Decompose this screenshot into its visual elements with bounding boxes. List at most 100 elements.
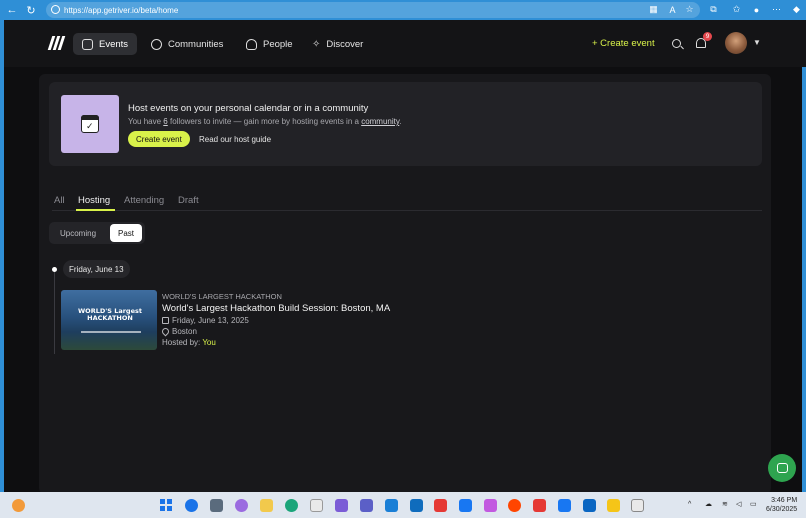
sparkle-icon: ✧ <box>312 38 321 50</box>
nav-events[interactable]: Events <box>73 33 138 55</box>
mail-icon[interactable] <box>410 499 423 512</box>
calendar-icon <box>162 317 169 324</box>
teams-icon[interactable] <box>360 499 373 512</box>
back-icon[interactable]: ← <box>5 3 19 17</box>
event-date: Friday, June 13, 2025 <box>162 316 249 325</box>
copilot-icon[interactable]: ◆ <box>791 4 802 15</box>
favorites-icon[interactable]: ✩ <box>731 4 742 15</box>
create-event-button[interactable]: Create event <box>128 131 190 147</box>
store-icon[interactable] <box>310 499 323 512</box>
event-date-text: Friday, June 13, 2025 <box>172 316 249 325</box>
search-icon <box>671 38 681 48</box>
chat-icon <box>776 463 788 473</box>
extensions-icon[interactable]: ⧉ <box>708 4 719 15</box>
onedrive-icon[interactable]: ☁ <box>705 500 712 509</box>
active-tab-indicator <box>76 209 115 211</box>
copilot-icon[interactable] <box>235 499 248 512</box>
edge-browser-icon[interactable] <box>285 499 298 512</box>
apps-icon[interactable]: ▦ <box>648 4 659 15</box>
task-view-icon[interactable] <box>210 499 223 512</box>
event-host: Hosted by: You <box>162 338 216 347</box>
calendar-icon <box>82 38 93 50</box>
nav-people-label: People <box>263 38 293 50</box>
hosted-by-label: Hosted by: <box>162 338 203 347</box>
event-thumbnail[interactable]: WORLD'S Largest HACKATHON <box>61 290 157 350</box>
promo-sub-prefix: You have <box>128 117 164 126</box>
promo-title: Host events on your personal calendar or… <box>128 103 369 114</box>
chat-support-button[interactable] <box>768 454 796 482</box>
events-panel: ✓ Host events on your personal calendar … <box>39 74 771 494</box>
tab-all[interactable]: All <box>54 195 65 206</box>
event-kicker: WORLD'S LARGEST HACKATHON <box>162 292 282 301</box>
thumbnail-text: WORLD'S Largest HACKATHON <box>78 307 142 322</box>
community-link[interactable]: community <box>361 117 399 126</box>
windows-taskbar: ^ ☁ ≋ ◁ ▭ 3:46 PM 6/30/2025 <box>0 492 806 518</box>
timeline-line <box>54 270 55 354</box>
linkedin-icon[interactable] <box>583 499 596 512</box>
search-button[interactable] <box>669 36 683 50</box>
profile-icon[interactable]: ● <box>751 4 762 15</box>
time-filter-toggle: Upcoming Past <box>49 222 145 244</box>
copilot-pwa-icon[interactable] <box>484 499 497 512</box>
nav-communities-label: Communities <box>168 38 224 50</box>
tab-draft[interactable]: Draft <box>178 195 199 206</box>
nav-people[interactable]: People <box>237 33 302 55</box>
clock-date: 6/30/2025 <box>766 506 798 513</box>
refresh-icon[interactable]: ↻ <box>24 3 38 17</box>
promo-subtitle: You have 6 followers to invite — gain mo… <box>128 117 402 126</box>
date-label: Friday, June 13 <box>63 260 130 278</box>
outlook-icon[interactable] <box>385 499 398 512</box>
host-promo-card: ✓ Host events on your personal calendar … <box>49 82 762 166</box>
browser-toolbar: ← ↻ https://app.getriver.io/beta/home ▦ … <box>0 0 806 20</box>
top-navigation: Events Communities People ✧ Discover + C… <box>4 20 806 67</box>
url-text: https://app.getriver.io/beta/home <box>64 5 179 15</box>
clock-time: 3:46 PM <box>771 497 798 504</box>
wifi-icon[interactable]: ≋ <box>722 500 728 509</box>
windows-start-icon[interactable] <box>160 499 173 512</box>
calendar-check-icon: ✓ <box>81 115 99 133</box>
copilot-app-icon[interactable] <box>335 499 348 512</box>
address-bar[interactable]: https://app.getriver.io/beta/home <box>46 2 700 18</box>
sticky-notes-icon[interactable] <box>607 499 620 512</box>
clock[interactable]: 3:46 PM 6/30/2025 <box>766 496 797 514</box>
site-info-icon[interactable] <box>51 5 60 14</box>
segment-upcoming[interactable]: Upcoming <box>52 224 104 242</box>
battery-icon[interactable]: ▭ <box>750 500 757 509</box>
file-explorer-icon[interactable] <box>260 499 273 512</box>
reddit-icon[interactable] <box>508 499 521 512</box>
location-pin-icon <box>160 326 171 337</box>
tray-chevron-icon[interactable]: ^ <box>688 500 691 509</box>
nav-discover[interactable]: ✧ Discover <box>303 33 372 55</box>
read-aloud-icon[interactable]: A <box>667 4 678 15</box>
create-event-link[interactable]: + Create event <box>592 38 655 49</box>
chevron-down-icon[interactable]: ▼ <box>753 38 761 47</box>
weather-icon[interactable] <box>12 499 25 512</box>
facebook-app-icon[interactable] <box>558 499 571 512</box>
youtube-app-icon[interactable] <box>533 499 546 512</box>
favorite-star-icon[interactable]: ☆ <box>684 4 695 15</box>
event-title[interactable]: World's Largest Hackathon Build Session:… <box>162 303 390 314</box>
app-window: Events Communities People ✧ Discover + C… <box>2 20 806 494</box>
more-icon[interactable]: ⋯ <box>771 4 782 15</box>
tab-hosting[interactable]: Hosting <box>78 195 110 206</box>
river-logo[interactable] <box>47 36 66 50</box>
facebook-icon[interactable] <box>459 499 472 512</box>
user-avatar[interactable] <box>725 32 747 54</box>
search-icon[interactable] <box>185 499 198 512</box>
event-tabs: All Hosting Attending Draft <box>52 195 762 211</box>
nav-communities[interactable]: Communities <box>142 33 232 55</box>
event-card[interactable]: WORLD'S Largest HACKATHON WORLD'S LARGES… <box>61 290 481 352</box>
notification-badge: 9 <box>703 32 712 41</box>
tab-attending[interactable]: Attending <box>124 195 164 206</box>
host-guide-link[interactable]: Read our host guide <box>199 135 271 144</box>
segment-past[interactable]: Past <box>110 224 143 242</box>
youtube-icon[interactable] <box>434 499 447 512</box>
promo-sub-suffix: . <box>399 117 402 126</box>
remote-desktop-icon[interactable] <box>631 499 644 512</box>
nav-discover-label: Discover <box>326 38 364 50</box>
volume-icon[interactable]: ◁ <box>736 500 741 509</box>
timeline-dot <box>52 267 57 272</box>
promo-illustration: ✓ <box>61 95 119 153</box>
notifications-button[interactable]: 9 <box>694 32 712 50</box>
event-location-text: Boston <box>172 327 197 336</box>
